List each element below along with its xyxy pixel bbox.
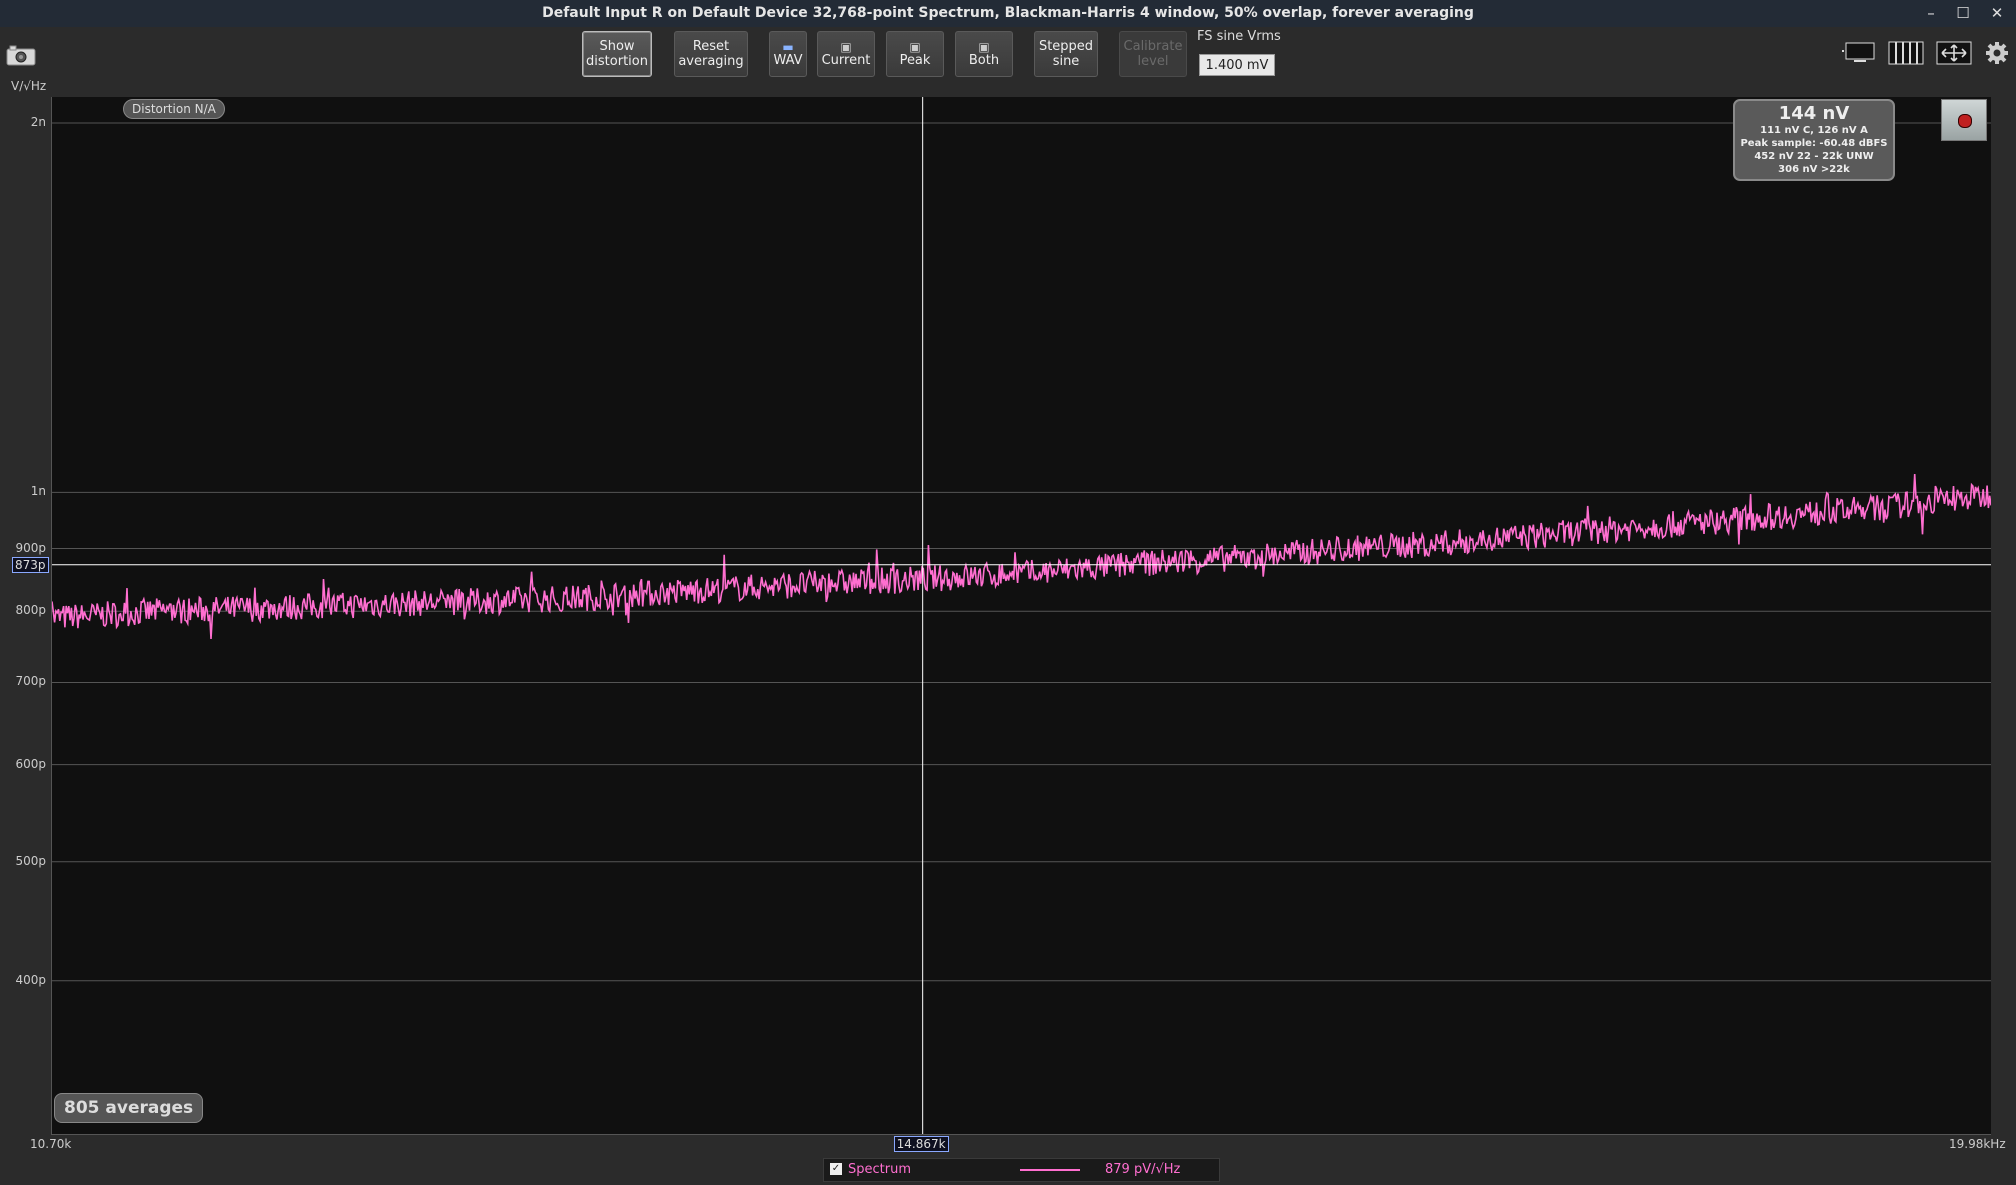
maximize-icon[interactable]: ☐ <box>1949 0 1977 27</box>
floppy-icon: ▣ <box>840 39 852 54</box>
record-icon <box>1958 114 1972 128</box>
floppy-icon: ▣ <box>978 39 990 54</box>
save-peak-button[interactable]: ▣ Peak <box>886 31 944 77</box>
gear-icon[interactable] <box>1984 40 2010 66</box>
legend: ✓ Spectrum 879 pV/√Hz <box>823 1158 1220 1182</box>
legend-series-value: 879 pV/√Hz <box>1105 1162 1181 1177</box>
calibrate-level-button[interactable]: Calibrate level <box>1119 31 1187 77</box>
fs-sine-input[interactable]: 1.400 mV <box>1199 54 1275 76</box>
legend-line-swatch <box>1020 1169 1080 1171</box>
columns-icon[interactable] <box>1888 40 1924 66</box>
legend-series-name: Spectrum <box>848 1162 911 1177</box>
camera-icon[interactable] <box>6 44 36 66</box>
level-line: 452 nV 22 - 22k UNW <box>1754 151 1874 162</box>
window-title-bar: Default Input R on Default Device 32,768… <box>0 0 2016 27</box>
minimize-icon[interactable]: – <box>1917 0 1945 27</box>
spectrum-plot[interactable] <box>51 97 1992 1135</box>
y-tick-label: 600p <box>15 756 46 771</box>
distortion-badge[interactable]: Distortion N/A <box>123 99 225 119</box>
y-tick-label: 400p <box>15 972 46 987</box>
save-current-button[interactable]: ▣ Current <box>817 31 875 77</box>
level-line: Peak sample: -60.48 dBFS <box>1740 138 1888 149</box>
fs-sine-label: FS sine Vrms <box>1197 29 1281 44</box>
cursor-y-readout: 873p <box>12 556 49 573</box>
floppy-icon: ▣ <box>909 39 921 54</box>
total-level: 144 nV <box>1778 103 1850 124</box>
reset-averaging-button[interactable]: Reset averaging <box>674 31 748 77</box>
wav-button[interactable]: ▬ WAV <box>769 31 807 77</box>
folder-icon: ▬ <box>782 39 794 54</box>
x-tick-label-end: 19.98kHz <box>1949 1137 2006 1151</box>
y-unit-label: V/√Hz <box>11 79 47 93</box>
y-tick-label: 500p <box>15 853 46 868</box>
save-both-button[interactable]: ▣ Both <box>955 31 1013 77</box>
y-tick-label: 800p <box>15 603 46 618</box>
spectrum-chart[interactable] <box>51 97 1992 1134</box>
cursor-x-readout: 14.867k <box>893 1136 949 1152</box>
window-title: Default Input R on Default Device 32,768… <box>542 5 1474 21</box>
spectrum-checkbox[interactable]: ✓ <box>830 1163 842 1175</box>
averages-badge: 805 averages <box>54 1093 204 1123</box>
level-readout-box[interactable]: 144 nV 111 nV C, 126 nV A Peak sample: -… <box>1733 99 1895 181</box>
y-tick-label: 700p <box>15 674 46 689</box>
y-tick-label: 900p <box>15 540 46 555</box>
level-line: 111 nV C, 126 nV A <box>1760 125 1868 136</box>
stepped-sine-button[interactable]: Stepped sine <box>1034 31 1098 77</box>
level-line: 306 nV >22k <box>1778 164 1850 175</box>
y-tick-label: 1n <box>30 484 46 499</box>
close-icon[interactable]: ✕ <box>1983 0 2011 27</box>
y-tick-label: 2n <box>30 115 46 129</box>
spectrum-series-line <box>51 473 1992 640</box>
record-button[interactable] <box>1941 99 1987 141</box>
monitor-icon[interactable] <box>1842 40 1876 66</box>
x-tick-label-start: 10.70k <box>30 1137 72 1151</box>
expand-icon[interactable] <box>1936 40 1972 66</box>
show-distortion-button[interactable]: Show distortion <box>582 31 652 77</box>
